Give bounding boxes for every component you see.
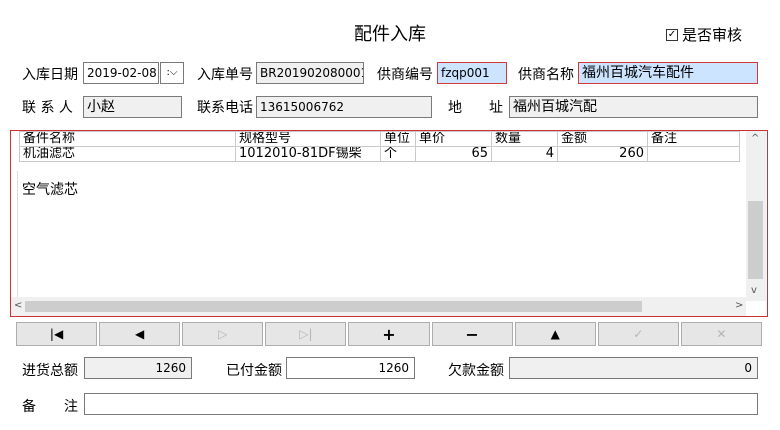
audit-checkbox[interactable]: ✓ 是否审核 xyxy=(666,24,742,45)
prior-record-button[interactable]: ◀ xyxy=(99,322,181,346)
edit-record-button[interactable]: ▲ xyxy=(514,322,596,346)
supplier-code-label: 供商编号 xyxy=(377,67,433,83)
total-field[interactable]: 1260 xyxy=(84,357,192,379)
cell-unit[interactable]: 个 xyxy=(380,146,416,162)
checkbox-check-icon[interactable]: ✓ xyxy=(666,28,678,41)
cell-qty[interactable]: 4 xyxy=(491,146,558,162)
grid-header-row: 备件名称 规格型号 单位 单价 数量 金额 备注 xyxy=(19,131,740,147)
cancel-record-button[interactable]: ✕ xyxy=(680,322,762,346)
next-record-button[interactable]: ▷ xyxy=(182,322,264,346)
record-navigator: |◀ ◀ ▷ ▷| + − ▲ ✓ ✕ xyxy=(16,322,762,346)
page-title: 配件入库 xyxy=(354,24,426,45)
order-no-field[interactable]: BR201902080001 xyxy=(256,62,364,84)
chevron-down-icon: :⌵ xyxy=(166,67,178,78)
vertical-scrollbar[interactable]: ^ v xyxy=(746,131,766,301)
table-row[interactable]: 机油滤芯 1012010-81DF锡柴 个 65 4 260 xyxy=(19,146,740,162)
scroll-right-icon[interactable]: > xyxy=(735,300,743,311)
column-header[interactable]: 金额 xyxy=(557,131,648,147)
minus-icon: − xyxy=(465,324,479,344)
parts-table: 备件名称 规格型号 单位 单价 数量 金额 备注 机油滤芯 1012010-81… xyxy=(19,131,740,162)
column-header[interactable]: 数量 xyxy=(491,131,558,147)
first-record-button[interactable]: |◀ xyxy=(16,322,98,346)
phone-label: 联系电话 xyxy=(197,100,253,116)
plus-icon: + xyxy=(382,324,396,344)
memo-editor[interactable]: 空气滤芯 xyxy=(17,171,739,301)
date-dropdown-button[interactable]: :⌵ xyxy=(160,62,184,84)
last-record-button[interactable]: ▷| xyxy=(265,322,347,346)
scroll-up-icon[interactable]: ^ xyxy=(751,133,759,144)
remark-field[interactable] xyxy=(84,393,758,415)
horizontal-scrollbar[interactable]: < > xyxy=(11,297,746,316)
cell-name[interactable]: 机油滤芯 xyxy=(19,146,236,162)
first-record-icon: |◀ xyxy=(49,327,64,341)
owed-field[interactable]: 0 xyxy=(509,357,758,379)
cell-spec[interactable]: 1012010-81DF锡柴 xyxy=(235,146,381,162)
audit-label: 是否审核 xyxy=(682,26,743,44)
cell-note[interactable] xyxy=(647,146,740,162)
column-header[interactable]: 单位 xyxy=(380,131,416,147)
owed-label: 欠款金额 xyxy=(448,363,504,379)
date-label: 入库日期 xyxy=(22,67,78,83)
insert-record-button[interactable]: + xyxy=(348,322,430,346)
cell-amount[interactable]: 260 xyxy=(557,146,648,162)
scroll-left-icon[interactable]: < xyxy=(14,300,22,311)
delete-record-button[interactable]: − xyxy=(431,322,513,346)
supplier-name-field[interactable]: 福州百城汽车配件 xyxy=(578,62,758,84)
triangle-up-icon: ▲ xyxy=(550,327,560,341)
scroll-down-icon[interactable]: v xyxy=(751,285,757,296)
paid-field[interactable]: 1260 xyxy=(286,357,415,379)
cell-price[interactable]: 65 xyxy=(415,146,492,162)
column-header[interactable]: 规格型号 xyxy=(235,131,381,147)
address-label-part1: 地 xyxy=(448,100,462,116)
remark-label-part1: 备 xyxy=(22,399,36,415)
column-header[interactable]: 单价 xyxy=(415,131,492,147)
paid-label: 已付金额 xyxy=(226,363,282,379)
column-header[interactable]: 备注 xyxy=(647,131,740,147)
check-icon: ✓ xyxy=(633,327,644,341)
vertical-scroll-thumb[interactable] xyxy=(748,201,763,279)
contact-label: 联 系 人 xyxy=(22,100,73,116)
phone-field[interactable]: 13615006762 xyxy=(256,96,432,118)
address-field[interactable]: 福州百城汽配 xyxy=(509,96,758,118)
close-icon: ✕ xyxy=(716,327,727,341)
supplier-name-label: 供商名称 xyxy=(518,67,574,83)
column-header[interactable]: 备件名称 xyxy=(19,131,236,147)
last-record-icon: ▷| xyxy=(299,327,313,341)
next-record-icon: ▷ xyxy=(218,327,228,341)
supplier-code-field[interactable]: fzqp001 xyxy=(437,62,507,84)
remark-label-part2: 注 xyxy=(64,399,78,415)
order-no-label: 入库单号 xyxy=(197,67,253,83)
horizontal-scroll-thumb[interactable] xyxy=(25,301,642,312)
contact-field[interactable]: 小赵 xyxy=(83,96,182,118)
prior-record-icon: ◀ xyxy=(135,327,145,341)
address-label-part2: 址 xyxy=(489,100,503,116)
parts-grid[interactable]: 备件名称 规格型号 单位 单价 数量 金额 备注 机油滤芯 1012010-81… xyxy=(10,130,768,317)
post-record-button[interactable]: ✓ xyxy=(597,322,679,346)
total-label: 进货总额 xyxy=(22,363,78,379)
date-field[interactable]: 2019-02-08 xyxy=(83,62,159,84)
